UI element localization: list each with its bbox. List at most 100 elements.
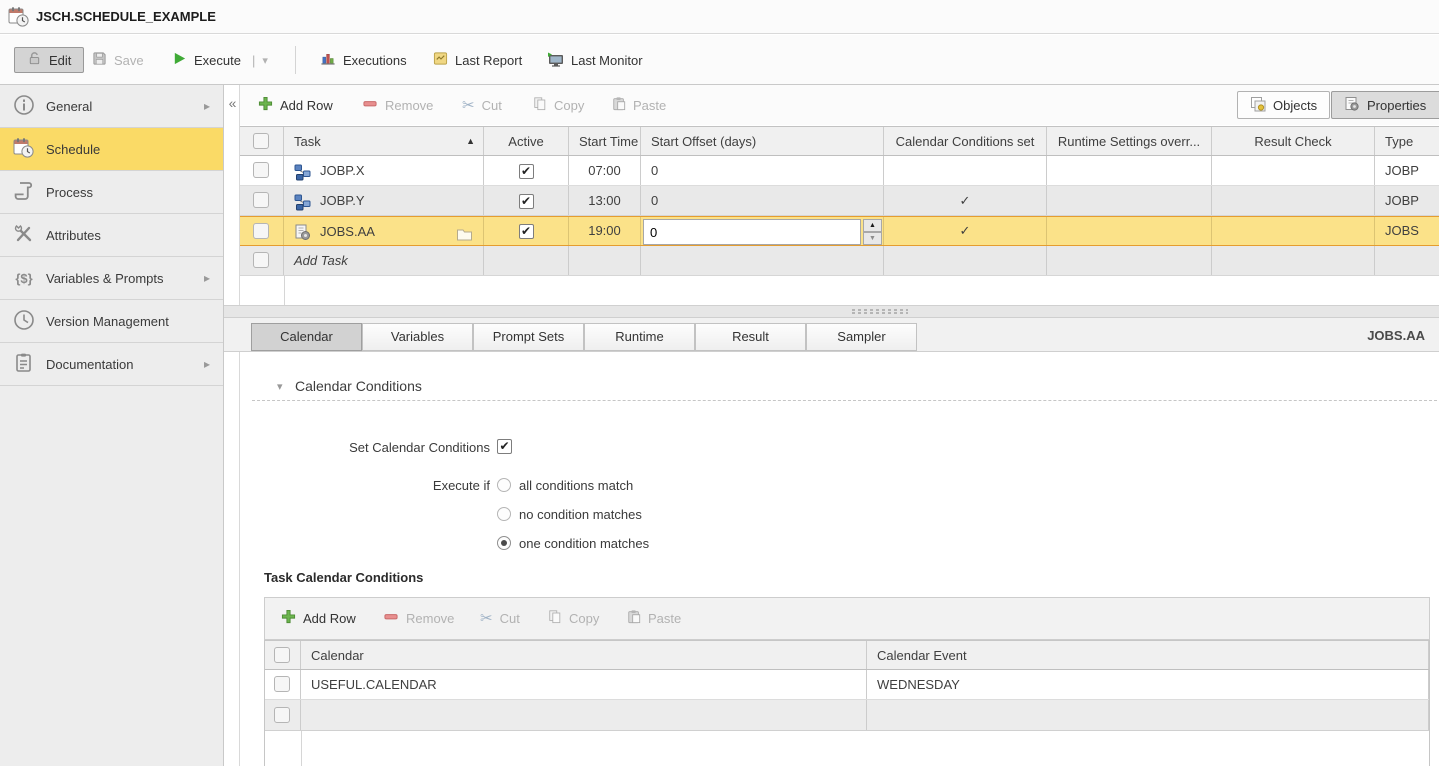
sidebar-item-documentation[interactable]: Documentation ▸ (0, 343, 223, 386)
row-select-cell (240, 156, 284, 185)
runtime-settings-cell (1047, 156, 1212, 185)
cut-button[interactable]: ✂ Cut (462, 92, 502, 118)
task-row-jobp-y[interactable]: JOBP.Y ✔ 13:00 0 ✓ JOBP (240, 186, 1439, 216)
job-icon (294, 223, 311, 245)
conditions-paste-button[interactable]: Paste (627, 605, 681, 631)
executions-button[interactable]: Executions (320, 47, 407, 73)
column-header-task[interactable]: Task▲ (284, 127, 484, 155)
select-all-checkbox[interactable] (274, 647, 290, 663)
row-checkbox[interactable] (253, 192, 269, 208)
spinner-up-icon[interactable]: ▲ (863, 219, 882, 232)
properties-button[interactable]: Properties (1331, 91, 1439, 119)
row-checkbox[interactable] (274, 707, 290, 723)
column-header-calendar[interactable]: Calendar (301, 641, 867, 669)
column-header-start-time[interactable]: Start Time (569, 127, 641, 155)
tab-variables[interactable]: Variables (362, 323, 473, 351)
section-divider (252, 400, 1437, 401)
conditions-add-row-button[interactable]: Add Row (281, 605, 356, 631)
start-offset-editor: ▲ ▼ (643, 219, 882, 245)
execute-button[interactable]: Execute | ▾ (172, 47, 268, 73)
execute-label: Execute (194, 53, 241, 68)
section-collapse-icon[interactable]: ▾ (277, 380, 283, 393)
active-checkbox[interactable]: ✔ (519, 164, 534, 179)
column-header-start-offset[interactable]: Start Offset (days) (641, 127, 884, 155)
conditions-copy-button[interactable]: Copy (548, 605, 599, 631)
conditions-remove-button[interactable]: Remove (383, 605, 454, 631)
radio-label-one-condition-matches[interactable]: one condition matches (519, 536, 649, 551)
radio-no-condition-matches[interactable] (497, 507, 511, 521)
add-row-button[interactable]: Add Row (258, 92, 333, 118)
task-row-jobp-x[interactable]: JOBP.X ✔ 07:00 0 JOBP (240, 156, 1439, 186)
sidebar-item-process[interactable]: Process (0, 171, 223, 214)
paste-button[interactable]: Paste (612, 92, 666, 118)
type-cell (1375, 246, 1439, 275)
condition-empty-row[interactable] (265, 700, 1429, 731)
copy-button[interactable]: Copy (533, 92, 584, 118)
add-task-placeholder[interactable]: Add Task (284, 246, 484, 275)
unlock-icon (27, 51, 42, 69)
task-name: JOBP.X (320, 156, 365, 185)
condition-row-useful-calendar[interactable]: USEFUL.CALENDAR WEDNESDAY (265, 670, 1429, 700)
sidebar-item-version-management[interactable]: Version Management (0, 300, 223, 343)
objects-icon (1250, 96, 1266, 115)
radio-all-conditions-match[interactable] (497, 478, 511, 492)
tab-runtime[interactable]: Runtime (584, 323, 695, 351)
radio-label-all-conditions-match[interactable]: all conditions match (519, 478, 633, 493)
task-table-header: Task▲ Active Start Time Start Offset (da… (240, 127, 1439, 156)
tab-result[interactable]: Result (695, 323, 806, 351)
sidebar-item-attributes[interactable]: Attributes (0, 214, 223, 257)
edit-button[interactable]: Edit (14, 47, 84, 73)
row-checkbox[interactable] (253, 223, 269, 239)
add-task-row[interactable]: Add Task (240, 246, 1439, 276)
sidebar-item-variables-prompts[interactable]: {$} Variables & Prompts ▸ (0, 257, 223, 300)
conditions-cut-button[interactable]: ✂ Cut (480, 605, 520, 631)
tab-prompt-sets[interactable]: Prompt Sets (473, 323, 584, 351)
start-time-cell: 19:00 (569, 217, 641, 245)
active-checkbox[interactable]: ✔ (519, 224, 534, 239)
folder-icon[interactable] (456, 224, 473, 245)
objects-button[interactable]: Objects (1237, 91, 1330, 119)
row-checkbox[interactable] (274, 676, 290, 692)
scissors-icon: ✂ (480, 609, 493, 627)
row-checkbox[interactable] (253, 252, 269, 268)
conditions-table-header: Calendar Calendar Event (265, 641, 1429, 670)
calendar-conditions-cell: ✓ (884, 217, 1047, 245)
last-report-button[interactable]: Last Report (433, 47, 522, 73)
last-monitor-button[interactable]: Last Monitor (547, 47, 643, 73)
column-header-runtime-settings[interactable]: Runtime Settings overr... (1047, 127, 1212, 155)
select-all-checkbox[interactable] (253, 133, 269, 149)
tab-sampler[interactable]: Sampler (806, 323, 917, 351)
sidebar-item-general[interactable]: General ▸ (0, 85, 223, 128)
row-checkbox[interactable] (253, 162, 269, 178)
collapse-sidebar-button[interactable]: « (226, 95, 239, 113)
column-header-calendar-event[interactable]: Calendar Event (867, 641, 1429, 669)
remove-button[interactable]: Remove (362, 92, 433, 118)
calendar-cell (301, 700, 867, 730)
active-checkbox[interactable]: ✔ (519, 194, 534, 209)
radio-one-condition-matches[interactable] (497, 536, 511, 550)
column-header-active[interactable]: Active (484, 127, 569, 155)
toolbar-separator (295, 46, 296, 74)
add-row-label: Add Row (303, 611, 356, 626)
spinner-down-icon[interactable]: ▼ (863, 232, 882, 245)
spinner-buttons: ▲ ▼ (863, 219, 882, 245)
task-row-jobs-aa-selected[interactable]: JOBS.AA ✔ 19:00 ▲ ▼ ✓ JOBS (240, 216, 1439, 246)
column-header-calendar-conditions-set[interactable]: Calendar Conditions set (884, 127, 1047, 155)
save-label: Save (114, 53, 144, 68)
column-header-type[interactable]: Type (1375, 127, 1439, 155)
remove-label: Remove (406, 611, 454, 626)
execute-dropdown-icon[interactable]: ▾ (262, 54, 268, 67)
calendar-conditions-cell (884, 246, 1047, 275)
sidebar-item-schedule[interactable]: Schedule (0, 128, 223, 171)
tab-calendar[interactable]: Calendar (251, 323, 362, 351)
calendar-event-cell: WEDNESDAY (867, 670, 1429, 699)
row-select-cell (240, 217, 284, 245)
start-offset-input[interactable] (643, 219, 861, 245)
horizontal-splitter[interactable] (224, 305, 1439, 318)
radio-label-no-condition-matches[interactable]: no condition matches (519, 507, 642, 522)
set-calendar-conditions-checkbox[interactable]: ✔ (497, 439, 512, 454)
title-bar: JSCH.SCHEDULE_EXAMPLE (0, 0, 1439, 34)
column-header-result-check[interactable]: Result Check (1212, 127, 1375, 155)
active-cell: ✔ (484, 156, 569, 185)
save-button[interactable]: Save (92, 47, 144, 73)
